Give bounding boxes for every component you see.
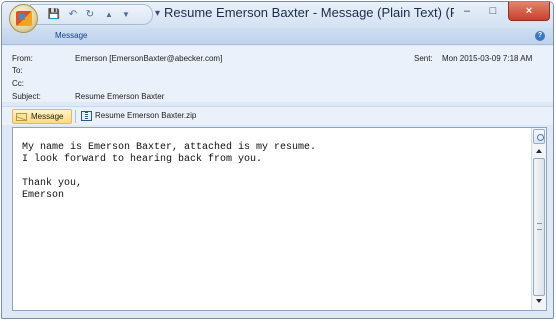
sent-value: Mon 2015-03-09 7:18 AM <box>442 54 533 63</box>
message-header: From: Emerson [EmersonBaxter@abecker.com… <box>2 46 553 102</box>
maximize-button[interactable]: □ <box>480 2 506 21</box>
tab-message[interactable]: Message <box>55 31 87 40</box>
previous-item-icon[interactable]: ▲ <box>102 8 116 22</box>
message-button-label: Message <box>31 112 64 121</box>
attachment-item[interactable]: Resume Emerson Baxter.zip <box>81 109 211 124</box>
subject-value: Resume Emerson Baxter <box>75 92 165 101</box>
message-body-text: My name is Emerson Baxter, attached is m… <box>22 142 317 201</box>
close-button[interactable]: × <box>508 2 550 21</box>
outlook-message-window: 💾 ↶ ↻ ▲ ▼ ▾ Resume Emerson Baxter - Mess… <box>1 1 554 319</box>
subject-label: Subject: <box>12 92 41 101</box>
redo-icon[interactable]: ↻ <box>83 8 97 22</box>
cc-label: Cc: <box>12 79 24 88</box>
to-label: To: <box>12 66 23 75</box>
scroll-thumb[interactable] <box>533 158 545 296</box>
quick-access-toolbar: 💾 ↶ ↻ ▲ ▼ <box>30 4 153 25</box>
zip-file-icon <box>81 111 92 121</box>
from-value[interactable]: Emerson [EmersonBaxter@abecker.com] <box>75 54 222 63</box>
office-button[interactable] <box>9 4 38 33</box>
message-button[interactable]: Message <box>12 109 72 124</box>
office-logo-icon <box>16 11 32 26</box>
sent-label: Sent: <box>414 54 433 63</box>
customize-toolbar-icon[interactable]: ▾ <box>155 8 160 19</box>
next-item-icon[interactable]: ▼ <box>119 8 133 22</box>
help-icon[interactable]: ? <box>535 31 545 41</box>
minimize-button[interactable]: – <box>454 2 480 21</box>
from-label: From: <box>12 54 33 63</box>
ribbon-tab-strip: Message ? <box>2 28 553 45</box>
separator <box>75 110 76 123</box>
attachment-strip: Message Resume Emerson Baxter.zip <box>2 106 553 125</box>
scroll-up-arrow-icon[interactable] <box>536 149 542 153</box>
title-bar: 💾 ↶ ↻ ▲ ▼ ▾ Resume Emerson Baxter - Mess… <box>2 2 553 33</box>
scroll-top-button[interactable] <box>533 129 545 144</box>
attachment-name: Resume Emerson Baxter.zip <box>95 111 197 120</box>
vertical-scrollbar[interactable] <box>531 128 546 310</box>
message-body[interactable]: My name is Emerson Baxter, attached is m… <box>12 127 547 311</box>
scroll-down-arrow-icon[interactable] <box>536 299 542 303</box>
save-icon[interactable]: 💾 <box>47 8 61 22</box>
envelope-icon <box>16 113 27 121</box>
window-title: Resume Emerson Baxter - Message (Plain T… <box>164 5 454 20</box>
undo-icon[interactable]: ↶ <box>66 8 80 22</box>
